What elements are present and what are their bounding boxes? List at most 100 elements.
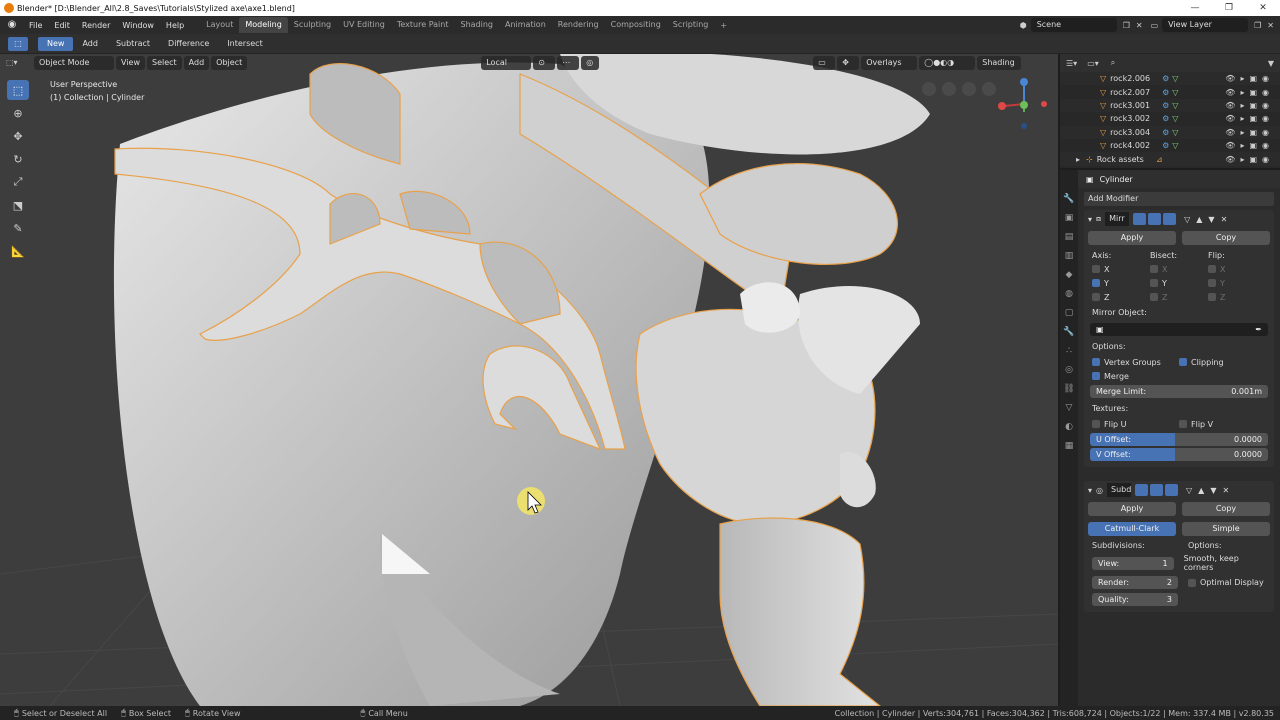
view-layer-tab-icon[interactable]: ▥ [1065,251,1074,270]
close-view-layer-icon[interactable]: ✕ [1267,21,1274,30]
catmull-clark-button[interactable]: Catmull-Clark [1088,522,1176,536]
material-tab-icon[interactable]: ◐ [1065,422,1073,441]
tab-modeling[interactable]: Modeling [239,17,288,33]
outliner-row[interactable]: ▽ rock3.001 ⚙ ▽ 👁▸▣◉ [1060,98,1280,113]
mirror-object-field[interactable]: ▣ ✒ [1090,323,1268,336]
filter-icon[interactable]: ▼ [1268,59,1274,68]
viewport-toggle-icon[interactable] [1148,213,1162,225]
modifier-name-field[interactable]: Subd [1107,483,1131,497]
copy-button[interactable]: Copy [1182,231,1270,245]
tab-rendering[interactable]: Rendering [552,17,605,33]
tool-tab-icon[interactable]: 🔧 [1063,194,1074,213]
axis-x-checkbox[interactable]: X [1092,262,1150,276]
blender-menu-icon[interactable]: ◉ [5,18,19,32]
modifier-name-field[interactable]: Mirr [1105,212,1130,226]
display-mode-icon[interactable]: ▭▾ [1087,59,1099,68]
tab-shading[interactable]: Shading [454,17,499,33]
cursor-tool-icon[interactable]: ⊕ [7,103,29,123]
collapse-arrow-icon[interactable]: ▾ [1088,215,1092,224]
output-tab-icon[interactable]: ▤ [1065,232,1074,251]
copy-view-layer-icon[interactable]: ❐ [1254,21,1261,30]
select-tool-icon[interactable]: ⬚ [8,36,28,51]
mode-subtract-button[interactable]: Subtract [107,37,159,51]
flip-x-checkbox[interactable]: X [1208,262,1266,276]
viewport-toggle-icon[interactable] [1150,484,1163,496]
bisect-y-checkbox[interactable]: Y [1150,276,1208,290]
mode-new-button[interactable]: New [38,36,74,51]
menu-edit[interactable]: Edit [48,21,76,30]
visibility-icon[interactable]: ▭ [813,56,836,70]
apply-button[interactable]: Apply [1088,231,1176,245]
menu-help[interactable]: Help [160,21,190,30]
tab-sculpting[interactable]: Sculpting [288,17,337,33]
render-levels-field[interactable]: Render: 2 [1092,576,1178,589]
outliner-search-icon[interactable]: ⌕ [1111,58,1115,68]
outliner-editor-icon[interactable]: ☰▾ [1066,59,1077,68]
editor-type-icon[interactable]: ⬚▾ [6,56,28,70]
cage-toggle-icon[interactable]: ▽ [1184,215,1190,224]
tab-layout[interactable]: Layout [200,17,239,33]
outliner-row[interactable]: ▽ rock2.006 ⚙ ▽ 👁▸▣◉ [1060,72,1280,86]
row-visibility-icons[interactable]: 👁▸▣◉ [1225,155,1274,164]
quality-field[interactable]: Quality: 3 [1092,593,1178,606]
measure-tool-icon[interactable]: 📐 [7,241,29,261]
outliner-row[interactable]: ▽ rock4.002 ⚙ ▽ 👁▸▣◉ [1060,139,1280,152]
gizmo-icon[interactable]: ✥ [837,56,860,70]
axis-z-checkbox[interactable]: Z [1092,290,1150,304]
snap-icon[interactable]: ⋯ [557,56,580,70]
texture-tab-icon[interactable]: ▦ [1065,441,1074,460]
remove-modifier-icon[interactable]: ✕ [1222,486,1229,495]
clipping-checkbox[interactable]: Clipping [1179,355,1266,369]
render-toggle-icon[interactable] [1163,213,1177,225]
tab-compositing[interactable]: Compositing [605,17,667,33]
merge-limit-field[interactable]: Merge Limit: 0.001m [1090,385,1268,398]
world-tab-icon[interactable]: ◍ [1065,289,1073,308]
view-menu[interactable]: View [116,56,145,70]
object-tab-icon[interactable]: ▢ [1065,308,1074,327]
eyedropper-icon[interactable]: ✒ [1255,323,1262,336]
merge-checkbox[interactable]: Merge [1092,369,1179,383]
overlays-dropdown[interactable]: Overlays [861,56,918,70]
flip-v-checkbox[interactable]: Flip V [1179,417,1266,431]
minimize-button[interactable]: — [1178,0,1212,16]
collapse-arrow-icon[interactable]: ▾ [1088,486,1092,495]
simple-button[interactable]: Simple [1182,522,1270,536]
maximize-button[interactable]: ❐ [1212,0,1246,16]
row-visibility-icons[interactable]: 👁▸▣◉ [1225,88,1274,97]
render-tab-icon[interactable]: ▣ [1065,213,1074,232]
uv-smooth-dropdown[interactable]: Smooth, keep corners [1184,554,1266,572]
rotate-tool-icon[interactable]: ↻ [7,149,29,169]
copy-scene-icon[interactable]: ❐ [1123,21,1130,30]
3d-viewport[interactable]: ⬚▾ Object Mode View Select Add Object Lo… [0,54,1058,706]
move-up-icon[interactable]: ▲ [1196,215,1202,224]
flip-y-checkbox[interactable]: Y [1208,276,1266,290]
mode-difference-button[interactable]: Difference [159,37,218,51]
row-visibility-icons[interactable]: 👁▸▣◉ [1225,74,1274,83]
cage-toggle-icon[interactable]: ▽ [1186,486,1192,495]
viewport-scene[interactable] [0,54,1058,706]
axis-y-checkbox[interactable]: Y [1092,276,1150,290]
render-toggle-icon[interactable] [1165,484,1178,496]
transform-tool-icon[interactable]: ⬔ [7,195,29,215]
select-menu[interactable]: Select [146,56,182,70]
edit-mode-toggle-icon[interactable] [1133,213,1147,225]
move-up-icon[interactable]: ▲ [1198,486,1204,495]
apply-button[interactable]: Apply [1088,502,1176,516]
menu-window[interactable]: Window [116,21,160,30]
mode-intersect-button[interactable]: Intersect [218,37,271,51]
close-button[interactable]: ✕ [1246,0,1280,16]
bisect-z-checkbox[interactable]: Z [1150,290,1208,304]
expand-arrow-icon[interactable]: ▸ [1076,155,1080,164]
edit-mode-toggle-icon[interactable] [1135,484,1148,496]
pivot-icon[interactable]: ⊙ [533,56,556,70]
bisect-x-checkbox[interactable]: X [1150,262,1208,276]
add-menu[interactable]: Add [183,56,210,70]
shading-dropdown[interactable]: Shading [977,56,1022,70]
modifier-tab-icon[interactable]: 🔧 [1063,327,1074,346]
move-down-icon[interactable]: ▼ [1210,486,1216,495]
physics-tab-icon[interactable]: ◎ [1065,365,1073,384]
object-mode-dropdown[interactable]: Object Mode [34,56,114,70]
constraints-tab-icon[interactable]: ⛓ [1063,384,1074,403]
scene-field[interactable]: Scene [1030,18,1117,32]
u-offset-slider[interactable]: U Offset: 0.0000 [1090,433,1268,446]
